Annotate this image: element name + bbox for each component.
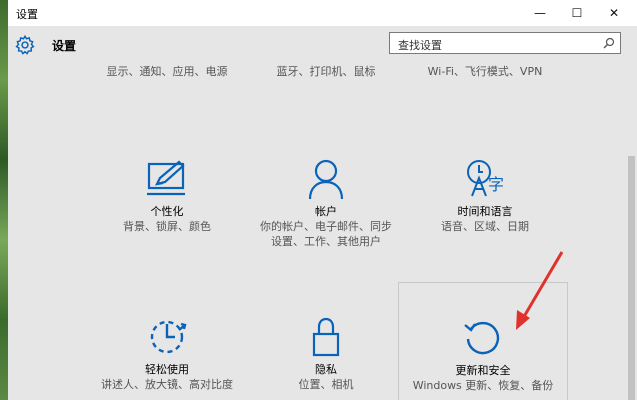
privacy-lock-icon: [312, 317, 340, 357]
search-placeholder: 查找设置: [398, 39, 442, 52]
search-icon[interactable]: [603, 37, 615, 49]
app-name: 设置: [52, 39, 77, 53]
accounts-desc: 你的帐户、电子邮件、同步设置、工作、其他用户: [260, 220, 392, 248]
update-security-icon: [464, 321, 500, 355]
network-desc: Wi-Fi、飞行模式、VPN: [427, 65, 543, 78]
time-language-icon: 字: [467, 160, 504, 197]
gear-icon: [15, 34, 35, 55]
settings-window: 设置 — ☐ ✕ 设置 查找设置 显示、通知、应用、电源 蓝牙、打印机、鼠标 W…: [8, 0, 637, 400]
personalization-title: 个性化: [150, 205, 184, 218]
ease-of-access-title: 轻松使用: [145, 363, 189, 376]
ease-of-access-desc: 讲述人、放大镜、高对比度: [101, 378, 233, 391]
devices-desc: 蓝牙、打印机、鼠标: [276, 65, 376, 78]
category-network[interactable]: Wi-Fi、飞行模式、VPN: [406, 64, 564, 79]
ease-of-access-icon: [150, 320, 187, 354]
category-privacy[interactable]: 隐私 位置、相机: [247, 316, 405, 392]
category-time-language[interactable]: 字 时间和语言 语音、区域、日期: [406, 158, 564, 234]
system-desc: 显示、通知、应用、电源: [106, 65, 228, 78]
category-system[interactable]: 显示、通知、应用、电源: [88, 64, 246, 79]
category-personalization[interactable]: 个性化 背景、锁屏、颜色: [88, 158, 246, 234]
personalization-icon: [147, 160, 185, 196]
accounts-title: 帐户: [315, 205, 337, 218]
category-accounts[interactable]: 帐户 你的帐户、电子邮件、同步设置、工作、其他用户: [247, 158, 405, 249]
privacy-title: 隐私: [315, 363, 337, 376]
scrollbar[interactable]: [626, 66, 637, 400]
annotation-arrow-icon: [516, 251, 564, 330]
personalization-desc: 背景、锁屏、颜色: [123, 220, 211, 233]
title-bar: 设置 — ☐ ✕: [8, 0, 637, 26]
settings-header: 设置 查找设置: [8, 26, 637, 66]
time-language-desc: 语音、区域、日期: [441, 220, 529, 233]
search-input[interactable]: 查找设置: [389, 32, 621, 54]
time-language-title: 时间和语言: [457, 205, 513, 218]
category-ease-of-access[interactable]: 轻松使用 讲述人、放大镜、高对比度: [88, 316, 246, 392]
scrollbar-thumb[interactable]: [628, 156, 635, 400]
category-devices[interactable]: 蓝牙、打印机、鼠标: [247, 64, 405, 79]
update-security-desc: Windows 更新、恢复、备份: [412, 379, 554, 392]
maximize-button[interactable]: ☐: [560, 0, 594, 26]
account-icon: [308, 159, 344, 200]
minimize-button[interactable]: —: [523, 0, 557, 26]
update-security-title: 更新和安全: [455, 364, 511, 377]
desktop-background-strip: [0, 0, 8, 400]
svg-text:字: 字: [488, 175, 504, 194]
close-button[interactable]: ✕: [597, 0, 631, 26]
window-title: 设置: [16, 8, 38, 21]
privacy-desc: 位置、相机: [298, 378, 354, 391]
